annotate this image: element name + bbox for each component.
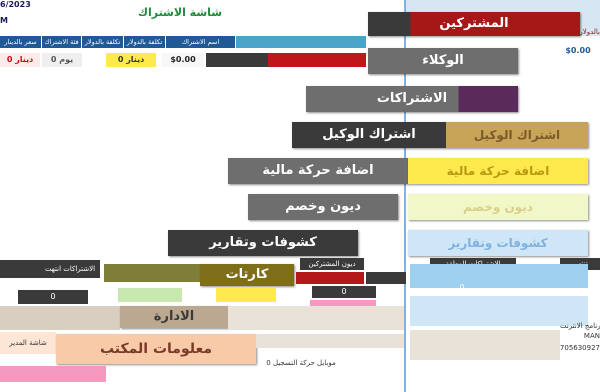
subscribers-button[interactable]: المشتركين bbox=[368, 12, 580, 36]
page-title: شاشة الاشتراك bbox=[137, 6, 223, 19]
counter-debts: 0 bbox=[312, 286, 376, 298]
agent-subscription-button[interactable]: اشتراك الوكيل bbox=[292, 122, 446, 148]
table-header-subscription-name: اسم الاشتراك bbox=[166, 36, 236, 48]
agent-subscription-ghost: اشتراك الوكيل bbox=[446, 122, 588, 148]
cards-button[interactable]: كارتات bbox=[200, 264, 294, 286]
table-header-cost-usd: تكلفة بالدولار bbox=[124, 36, 166, 48]
value-dinar: 0 دينار bbox=[0, 53, 40, 67]
admin-strip-left bbox=[0, 306, 120, 330]
manager-note: شاشة المدير bbox=[0, 332, 56, 354]
ended-strip-left bbox=[0, 260, 40, 278]
debts-ghost: ديون وخصم bbox=[408, 194, 588, 220]
counter-ended: 0 bbox=[18, 290, 88, 304]
table-header-cost: تكلفة بالدولار bbox=[82, 36, 124, 48]
value-usd: $0.00 bbox=[162, 53, 204, 67]
office-info-button[interactable]: معلومات المكتب bbox=[56, 334, 256, 364]
counter-yellow bbox=[216, 288, 276, 302]
reports-ghost: كشوفات وتقارير bbox=[408, 230, 588, 256]
admin-ghost: ادارة برنامج الانترنت bbox=[560, 322, 600, 330]
value-dinar-yellow: 0 دينار bbox=[106, 53, 156, 67]
right-bottom-area bbox=[410, 330, 560, 360]
dark-strip bbox=[366, 272, 406, 284]
office-strip bbox=[256, 334, 404, 348]
add-transaction-ghost: اضافة حركة مالية bbox=[408, 158, 588, 184]
date-label: 6/2023 bbox=[0, 0, 31, 9]
manager-label: MAN bbox=[583, 332, 600, 340]
admin-button[interactable]: الادارة bbox=[120, 306, 228, 328]
counter-green bbox=[118, 288, 182, 302]
agents-button[interactable]: الوكلاء bbox=[368, 48, 518, 74]
month-label: M bbox=[0, 16, 8, 25]
admin-strip-right bbox=[228, 306, 404, 330]
add-transaction-button[interactable]: اضافة حركة مالية bbox=[228, 158, 408, 184]
table-header-bar bbox=[236, 36, 366, 48]
table-header-dinar-price: سعر بالدينار bbox=[0, 36, 42, 48]
reports-button[interactable]: كشوفات وتقارير bbox=[168, 230, 358, 256]
value-category-field[interactable] bbox=[268, 53, 366, 67]
bottom-note: 0 موبايل حركة التسجيل bbox=[266, 359, 336, 367]
ended-subs-label: الاشتراكات انتهت bbox=[40, 260, 100, 278]
table-header-category: فئة الاشتراك bbox=[42, 36, 82, 48]
bottom-pink-strip bbox=[0, 366, 106, 382]
value-days: 0 يوم bbox=[42, 53, 82, 67]
usd-value: $0.00 bbox=[565, 46, 591, 55]
debts-button[interactable]: ديون وخصم bbox=[248, 194, 398, 220]
red-strip bbox=[296, 272, 364, 284]
value-name-field[interactable] bbox=[206, 53, 268, 67]
agent-debts-label: ديون المشتركين bbox=[300, 258, 364, 270]
subscriptions-button[interactable]: الاشتراكات bbox=[306, 86, 518, 112]
counter-unpaid: 0 bbox=[459, 283, 465, 292]
cards-strip-left bbox=[104, 264, 200, 282]
